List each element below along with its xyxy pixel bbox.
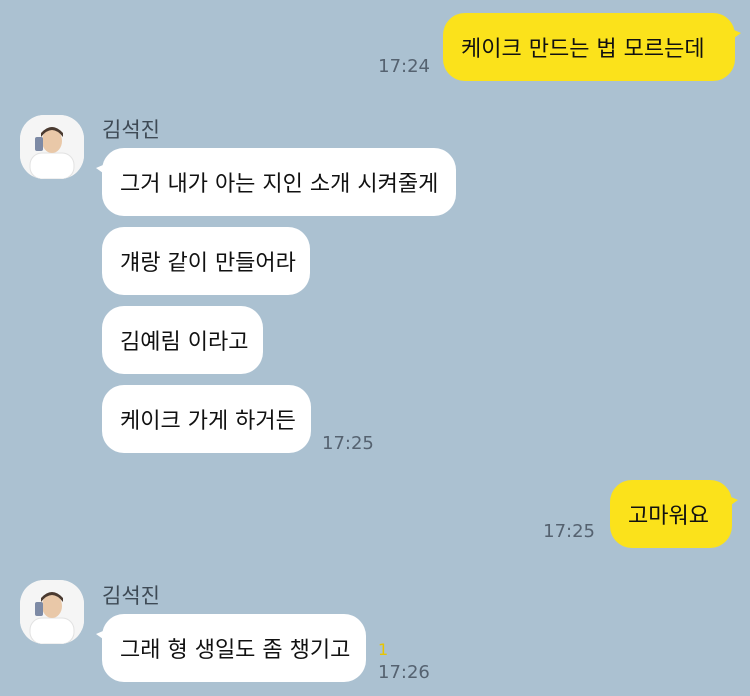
profile-avatar[interactable] xyxy=(20,580,84,644)
message-bubble-sent[interactable]: 케이크 만드는 법 모르는데 xyxy=(443,13,741,81)
message-bubble-received[interactable]: 그거 내가 아는 지인 소개 시켜줄게 xyxy=(96,148,456,216)
message-bubble-received[interactable]: 케이크 가게 하거든 xyxy=(102,385,311,453)
message-timestamp: 17:25 xyxy=(322,433,374,454)
message-bubble-received[interactable]: 걔랑 같이 만들어라 xyxy=(102,227,310,295)
message-bubble-received[interactable]: 그래 형 생일도 좀 챙기고 xyxy=(96,614,366,682)
message-timestamp: 17:26 xyxy=(378,662,430,683)
sender-name: 김석진 xyxy=(102,584,160,608)
message-bubble-received[interactable]: 김예림 이라고 xyxy=(102,306,263,374)
message-bubble-sent[interactable]: 고마워요 xyxy=(610,480,738,548)
profile-avatar[interactable] xyxy=(20,115,84,179)
profile-photo-icon xyxy=(20,115,84,179)
message-timestamp: 17:24 xyxy=(378,56,430,77)
profile-photo-icon xyxy=(20,580,84,644)
message-timestamp: 17:25 xyxy=(543,521,595,542)
sender-name: 김석진 xyxy=(102,118,160,142)
unread-count: 1 xyxy=(378,640,389,659)
